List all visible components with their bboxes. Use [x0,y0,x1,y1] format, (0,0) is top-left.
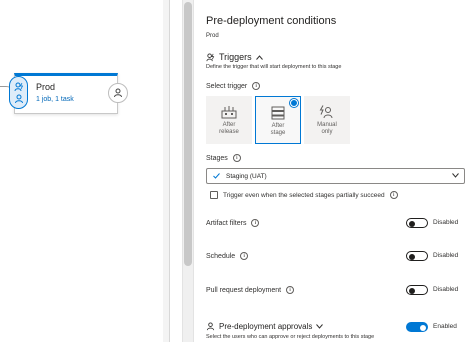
trigger-label: After stage [270,123,286,136]
stage-card[interactable]: Prod 1 job, 1 task [14,73,118,114]
trigger-after-release[interactable]: After release [206,96,252,144]
artifact-filters-label: Artifact filters i [206,219,260,227]
pre-deployment-panel: Pre-deployment conditions Prod Triggers … [194,0,474,342]
approvals-description: Select the users who can approve or reje… [206,334,375,340]
info-icon[interactable]: i [252,82,261,90]
lightning-person-icon [14,82,23,91]
artifact-filters-state: Disabled [433,219,459,226]
toggle-knob [409,287,415,294]
triggers-heading: Triggers [219,52,252,62]
info-icon[interactable]: i [232,154,241,162]
toggle-knob [409,253,415,260]
post-deployment-conditions-button[interactable] [108,83,128,103]
stage-summary-link[interactable]: 1 job, 1 task [36,96,74,103]
stages-label: Stages i [206,154,241,162]
stage-name: Prod [36,82,56,92]
info-icon[interactable]: i [251,219,260,227]
artifact-filters-toggle[interactable] [406,218,428,228]
pull-request-text: Pull request deployment [206,286,282,294]
triggers-section-toggle[interactable]: Triggers [206,52,263,62]
pipeline-canvas: Prod 1 job, 1 task [0,0,182,342]
person-icon [206,322,215,331]
approvals-section-toggle[interactable]: Pre-deployment approvals [206,322,324,331]
trigger-label: Manual only [317,122,337,135]
triggers-description: Define the trigger that will start deplo… [206,64,342,70]
release-icon [221,106,237,119]
toggle-knob [420,324,426,331]
scrollbar-thumb[interactable] [184,2,192,266]
info-icon[interactable]: i [240,252,249,260]
panel-subtitle: Prod [206,33,219,39]
pre-deployment-conditions-button[interactable] [9,76,28,109]
trigger-manual-only[interactable]: Manual only [304,96,350,144]
person-icon [14,94,23,103]
pull-request-toggle[interactable] [406,285,428,295]
manual-icon [319,105,333,119]
schedule-toggle[interactable] [406,251,428,261]
select-trigger-text: Select trigger [206,82,248,90]
canvas-divider [169,0,170,342]
schedule-text: Schedule [206,252,236,260]
chevron-up-icon [255,54,263,60]
schedule-state: Disabled [433,252,459,259]
partial-success-row: Trigger even when the selected stages pa… [210,191,398,199]
selected-radio-icon [290,99,298,107]
stages-dropdown[interactable]: Staging (UAT) [206,168,465,184]
approvals-toggle[interactable] [406,322,428,332]
stages-label-text: Stages [206,154,228,162]
info-icon[interactable]: i [389,191,398,199]
person-icon [114,88,122,98]
artifact-filters-text: Artifact filters [206,219,247,227]
toggle-knob [409,220,415,227]
approvals-state: Enabled [433,323,457,330]
chevron-down-icon [452,173,459,178]
partial-success-label: Trigger even when the selected stages pa… [223,191,385,199]
schedule-label: Schedule i [206,252,249,260]
pull-request-state: Disabled [433,286,459,293]
partial-success-checkbox[interactable] [210,191,218,199]
select-trigger-label: Select trigger i [206,82,261,90]
lightning-person-icon [206,52,215,61]
stage-icon [271,106,285,120]
pull-request-label: Pull request deployment i [206,286,295,294]
info-icon[interactable]: i [286,286,295,294]
trigger-options: After release After stage Manual only [206,96,350,144]
trigger-after-stage[interactable]: After stage [255,96,301,144]
chevron-down-icon [316,324,324,329]
panel-title: Pre-deployment conditions [206,15,337,27]
trigger-label: After release [219,122,239,135]
approvals-heading: Pre-deployment approvals [219,322,313,331]
checkmark-icon [213,173,220,179]
stages-dropdown-value: Staging (UAT) [226,172,267,180]
